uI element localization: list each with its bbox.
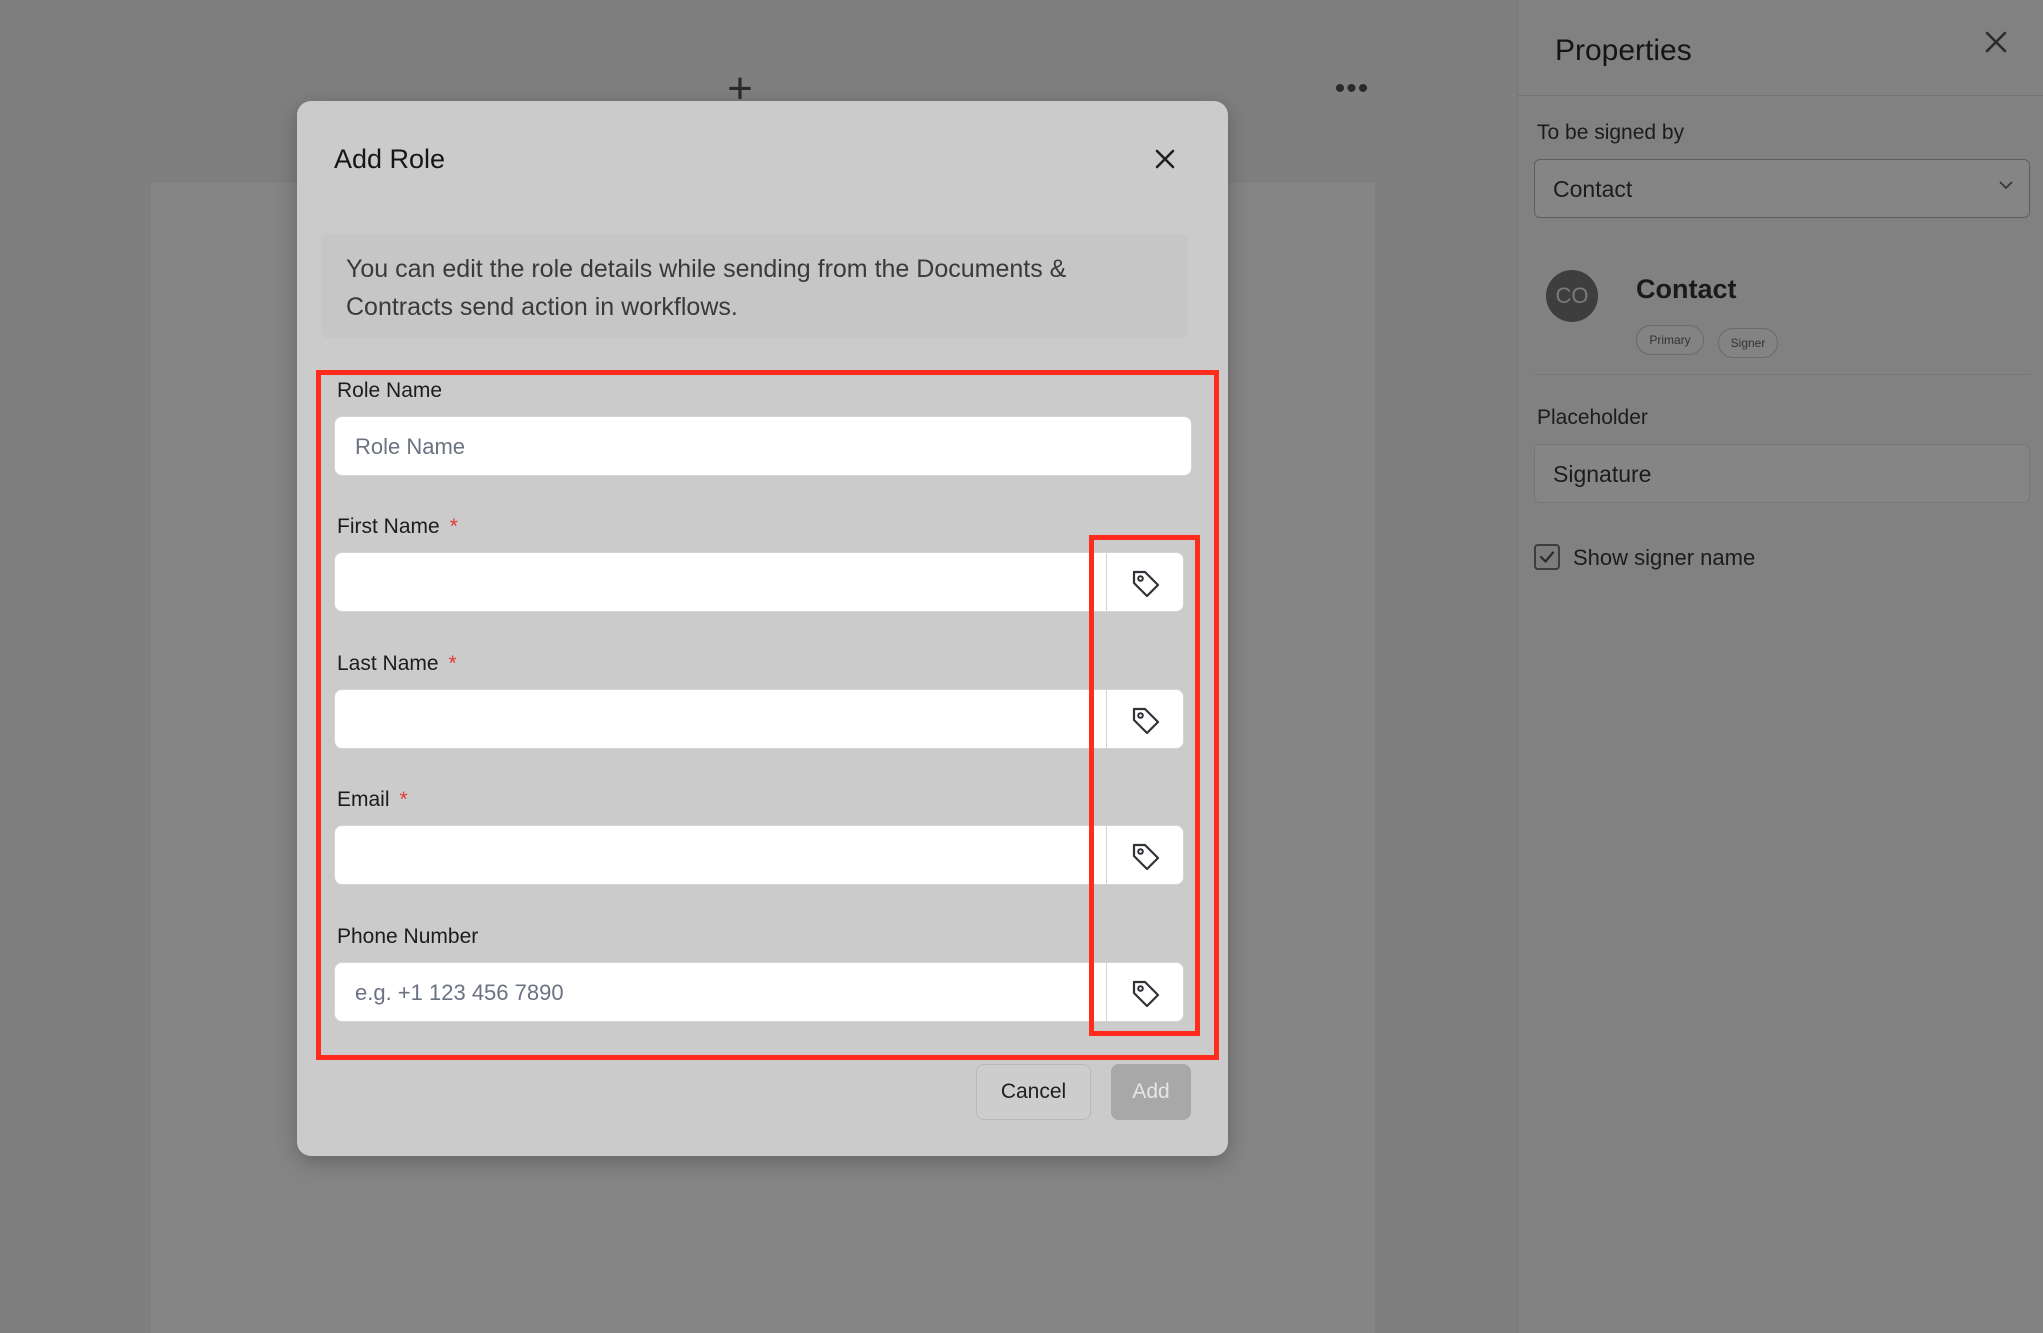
role-name-label-text: Role Name — [337, 379, 443, 402]
first-name-label-text: First Name — [337, 515, 440, 538]
placeholder-value: Signature — [1553, 461, 1652, 487]
tag-icon — [1132, 980, 1160, 1008]
placeholder-label: Placeholder — [1537, 406, 1648, 429]
email-label-text: Email — [337, 788, 390, 811]
close-icon[interactable] — [1978, 24, 2014, 60]
email-tag-button[interactable] — [1106, 826, 1183, 884]
check-icon — [1539, 551, 1555, 563]
more-horizontal-icon[interactable]: ••• — [1330, 74, 1374, 104]
signed-by-value: Contact — [1553, 176, 1633, 202]
contact-card: CO Contact Primary Signer — [1534, 245, 2030, 375]
info-banner: You can edit the role details while send… — [321, 234, 1188, 338]
first-name-label: First Name * — [337, 515, 458, 539]
phone-number-label-text: Phone Number — [337, 925, 479, 948]
signed-by-label: To be signed by — [1537, 121, 1685, 144]
email-label: Email * — [337, 788, 408, 812]
tag-icon — [1132, 707, 1160, 735]
phone-number-tag-button[interactable] — [1106, 963, 1183, 1021]
required-marker: * — [399, 788, 408, 811]
placeholder-field[interactable]: Signature — [1534, 444, 2030, 503]
tag-icon — [1132, 570, 1160, 598]
email-input[interactable] — [334, 825, 1184, 885]
phone-number-placeholder: e.g. +1 123 456 7890 — [355, 980, 564, 1005]
properties-panel: Properties To be signed by Contact CO Co… — [1517, 0, 2043, 1333]
last-name-tag-button[interactable] — [1106, 690, 1183, 748]
primary-badge: Primary — [1636, 325, 1704, 355]
role-name-label: Role Name — [337, 379, 442, 403]
info-text: You can edit the role details while send… — [346, 255, 1067, 321]
add-role-modal: Add Role You can edit the role details w… — [297, 101, 1228, 1156]
avatar: CO — [1546, 270, 1598, 322]
show-signer-name-label: Show signer name — [1573, 545, 1756, 570]
signer-badge: Signer — [1718, 328, 1778, 358]
required-marker: * — [449, 515, 458, 538]
close-icon[interactable] — [1150, 144, 1180, 174]
show-signer-name-checkbox[interactable] — [1534, 544, 1560, 570]
role-name-input[interactable]: Role Name — [334, 416, 1192, 476]
modal-title: Add Role — [334, 144, 446, 174]
first-name-tag-button[interactable] — [1106, 553, 1183, 611]
last-name-input[interactable] — [334, 689, 1184, 749]
role-name-placeholder: Role Name — [355, 434, 466, 459]
phone-number-input[interactable]: e.g. +1 123 456 7890 — [334, 962, 1184, 1022]
tag-icon — [1132, 843, 1160, 871]
last-name-label-text: Last Name — [337, 652, 439, 675]
phone-number-label: Phone Number — [337, 925, 478, 949]
cancel-button[interactable]: Cancel — [976, 1064, 1091, 1120]
properties-title: Properties — [1555, 34, 1692, 67]
last-name-label: Last Name * — [337, 652, 457, 676]
signed-by-select[interactable]: Contact — [1534, 159, 2030, 218]
first-name-input[interactable] — [334, 552, 1184, 612]
contact-name: Contact — [1636, 274, 1737, 304]
chevron-down-icon — [1997, 176, 2015, 199]
add-button[interactable]: Add — [1111, 1064, 1191, 1120]
required-marker: * — [448, 652, 457, 675]
properties-header: Properties — [1518, 0, 2043, 96]
